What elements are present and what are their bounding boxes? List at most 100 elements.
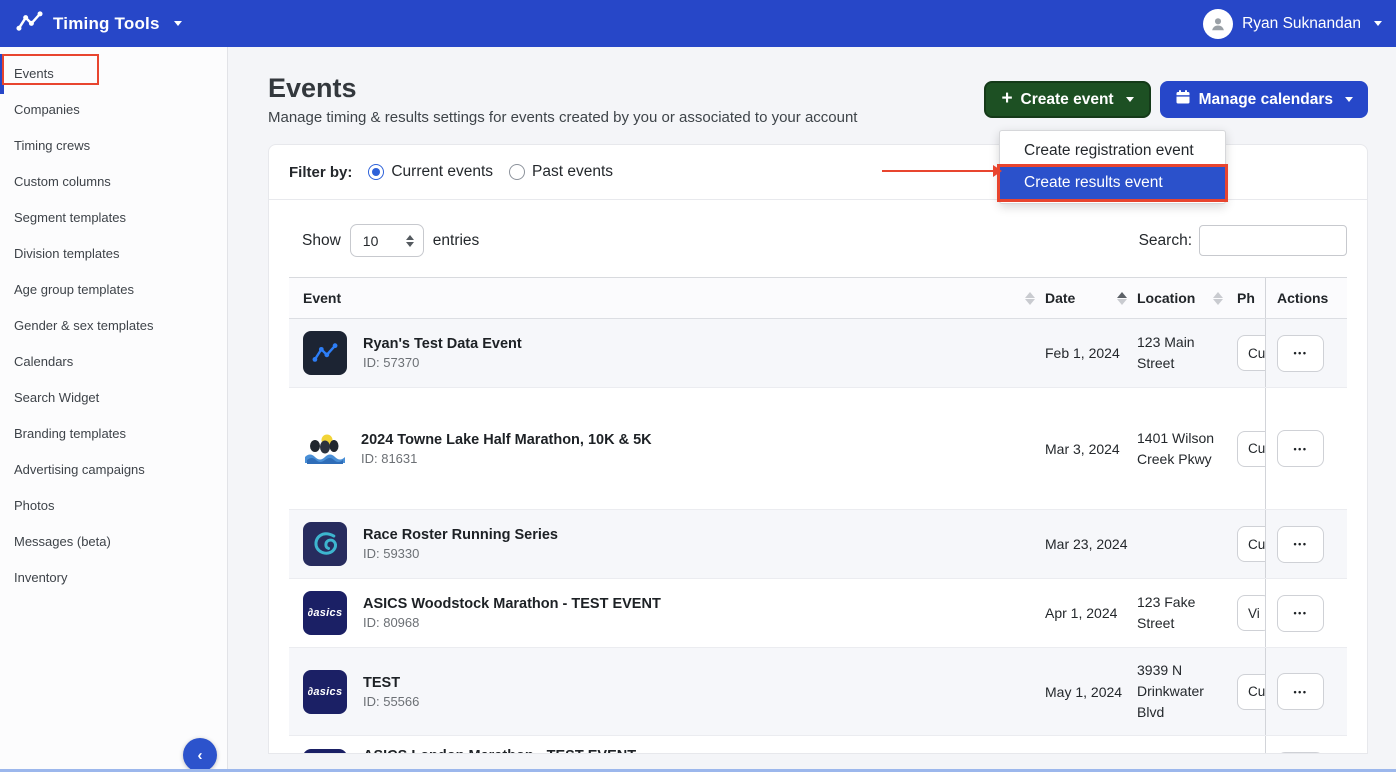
page-subtitle: Manage timing & results settings for eve… [268, 109, 857, 126]
sidebar-item-label: Segment templates [14, 210, 126, 225]
filter-current-events-radio[interactable]: Current events [368, 163, 493, 181]
search-input[interactable] [1199, 225, 1347, 256]
app-window: Timing Tools Ryan Suknandan Events Compa… [0, 0, 1396, 772]
sidebar-item-branding-templates[interactable]: Branding templates [0, 416, 227, 452]
sidebar-item-advertising-campaigns[interactable]: Advertising campaigns [0, 452, 227, 488]
row-actions-button[interactable]: ••• [1277, 526, 1324, 563]
sidebar-item-label: Companies [14, 102, 80, 117]
event-name-link[interactable]: ASICS London Marathon - TEST EVENT [363, 748, 636, 754]
event-date: May 1, 2024 [1045, 648, 1137, 735]
sidebar-item-events[interactable]: Events [0, 56, 227, 92]
sidebar-item-inventory[interactable]: Inventory [0, 560, 227, 596]
chevron-left-icon: ‹ [198, 747, 203, 764]
row-actions-button[interactable]: ••• [1277, 430, 1324, 467]
sidebar-item-photos[interactable]: Photos [0, 488, 227, 524]
event-id: ID: 55566 [363, 694, 419, 709]
sidebar-item-timing-crews[interactable]: Timing crews [0, 128, 227, 164]
sidebar-item-messages-beta[interactable]: Messages (beta) [0, 524, 227, 560]
row-actions-button[interactable]: ••• [1277, 595, 1324, 632]
row-actions-button[interactable]: ••• [1277, 335, 1324, 372]
sidebar-item-segment-templates[interactable]: Segment templates [0, 200, 227, 236]
photos-button[interactable]: Cu [1237, 335, 1265, 371]
calendar-icon [1175, 89, 1191, 110]
event-name-link[interactable]: Ryan's Test Data Event [363, 336, 522, 352]
photos-button[interactable]: Vi [1237, 595, 1265, 631]
brand-menu[interactable]: Timing Tools [16, 10, 182, 38]
table-row: Race Roster Running Series ID: 59330 Mar… [289, 510, 1347, 579]
sidebar-item-companies[interactable]: Companies [0, 92, 227, 128]
column-header-location[interactable]: Location [1137, 278, 1237, 318]
sidebar-item-label: Messages (beta) [14, 534, 111, 549]
asics-wordmark-tile-icon: ∂asics [303, 591, 347, 635]
sidebar-item-gender-sex-templates[interactable]: Gender & sex templates [0, 308, 227, 344]
event-name-link[interactable]: TEST [363, 675, 419, 691]
sort-ascending-icon [1117, 292, 1127, 305]
table-row: Ryan's Test Data Event ID: 57370 Feb 1, … [289, 319, 1347, 388]
column-header-actions: Actions [1265, 278, 1347, 318]
ellipsis-icon: ••• [1294, 444, 1308, 454]
radio-selected-icon [368, 164, 384, 180]
sidebar-item-calendars[interactable]: Calendars [0, 344, 227, 380]
chevron-down-icon [1374, 21, 1382, 26]
column-header-event[interactable]: Event [289, 278, 1045, 318]
photos-button[interactable]: Cu [1237, 526, 1265, 562]
event-date [1045, 736, 1137, 754]
sidebar-item-label: Advertising campaigns [14, 462, 145, 477]
event-name-link[interactable]: ASICS Woodstock Marathon - TEST EVENT [363, 596, 661, 612]
column-header-photos[interactable]: Ph [1237, 278, 1265, 318]
sidebar: Events Companies Timing crews Custom col… [0, 47, 228, 772]
table-header-row: Event Date Location Ph [289, 277, 1347, 319]
sidebar-item-label: Branding templates [14, 426, 126, 441]
photos-button[interactable]: Cu [1237, 431, 1265, 467]
sidebar-item-label: Photos [14, 498, 54, 513]
row-actions-button[interactable]: ••• [1277, 673, 1324, 710]
asics-wordmark: ∂asics [308, 686, 343, 698]
manage-calendars-button[interactable]: Manage calendars [1160, 81, 1368, 118]
annotation-arrow [882, 170, 994, 172]
search-label: Search: [1139, 232, 1192, 250]
event-header-label: Event [303, 290, 341, 306]
user-menu[interactable]: Ryan Suknandan [1203, 9, 1382, 39]
create-event-button[interactable]: + Create event [984, 81, 1150, 118]
sidebar-item-age-group-templates[interactable]: Age group templates [0, 272, 227, 308]
sidebar-item-division-templates[interactable]: Division templates [0, 236, 227, 272]
events-card: Filter by: Current events Past events Sh… [268, 144, 1368, 754]
asics-wordmark-tile-icon: ∂asics [303, 670, 347, 714]
sidebar-item-label: Inventory [14, 570, 67, 585]
entries-label: entries [433, 232, 480, 250]
page-title: Events [268, 72, 857, 104]
photos-button[interactable]: Cu [1237, 674, 1265, 710]
menu-item-create-results-event[interactable]: Create results event [1000, 167, 1225, 199]
manage-calendars-label: Manage calendars [1199, 91, 1333, 109]
filter-past-events-radio[interactable]: Past events [509, 163, 613, 181]
column-header-date[interactable]: Date [1045, 278, 1137, 318]
chevron-down-icon [1126, 97, 1134, 102]
current-events-label: Current events [391, 163, 493, 181]
sidebar-item-custom-columns[interactable]: Custom columns [0, 164, 227, 200]
event-location: 123 Main Street [1137, 319, 1237, 387]
user-name: Ryan Suknandan [1242, 15, 1361, 33]
row-actions-button[interactable]: ••• [1277, 752, 1324, 754]
event-id: ID: 80968 [363, 615, 661, 630]
event-location [1137, 510, 1237, 578]
sidebar-collapse-button[interactable]: ‹ [183, 738, 217, 772]
sidebar-item-search-widget[interactable]: Search Widget [0, 380, 227, 416]
event-name-link[interactable]: Race Roster Running Series [363, 527, 558, 543]
event-location [1137, 736, 1237, 754]
sidebar-item-label: Calendars [14, 354, 73, 369]
brand-title: Timing Tools [53, 14, 160, 34]
event-name-link[interactable]: 2024 Towne Lake Half Marathon, 10K & 5K [361, 432, 652, 448]
sidebar-item-label: Gender & sex templates [14, 318, 153, 333]
sidebar-item-label: Age group templates [14, 282, 134, 297]
page-size-select[interactable]: 10 [350, 224, 424, 257]
radio-unselected-icon [509, 164, 525, 180]
sort-icon [1025, 292, 1035, 305]
timing-chart-icon [16, 10, 43, 38]
create-event-label: Create event [1021, 91, 1114, 109]
sidebar-item-label: Custom columns [14, 174, 111, 189]
sidebar-item-label: Search Widget [14, 390, 99, 405]
top-navbar: Timing Tools Ryan Suknandan [0, 0, 1396, 47]
menu-item-create-registration-event[interactable]: Create registration event [1000, 135, 1225, 167]
asics-wordmark-tile-icon: ∂asics [303, 749, 347, 755]
table-row: ∂asics ASICS London Marathon - TEST EVEN… [289, 736, 1347, 754]
